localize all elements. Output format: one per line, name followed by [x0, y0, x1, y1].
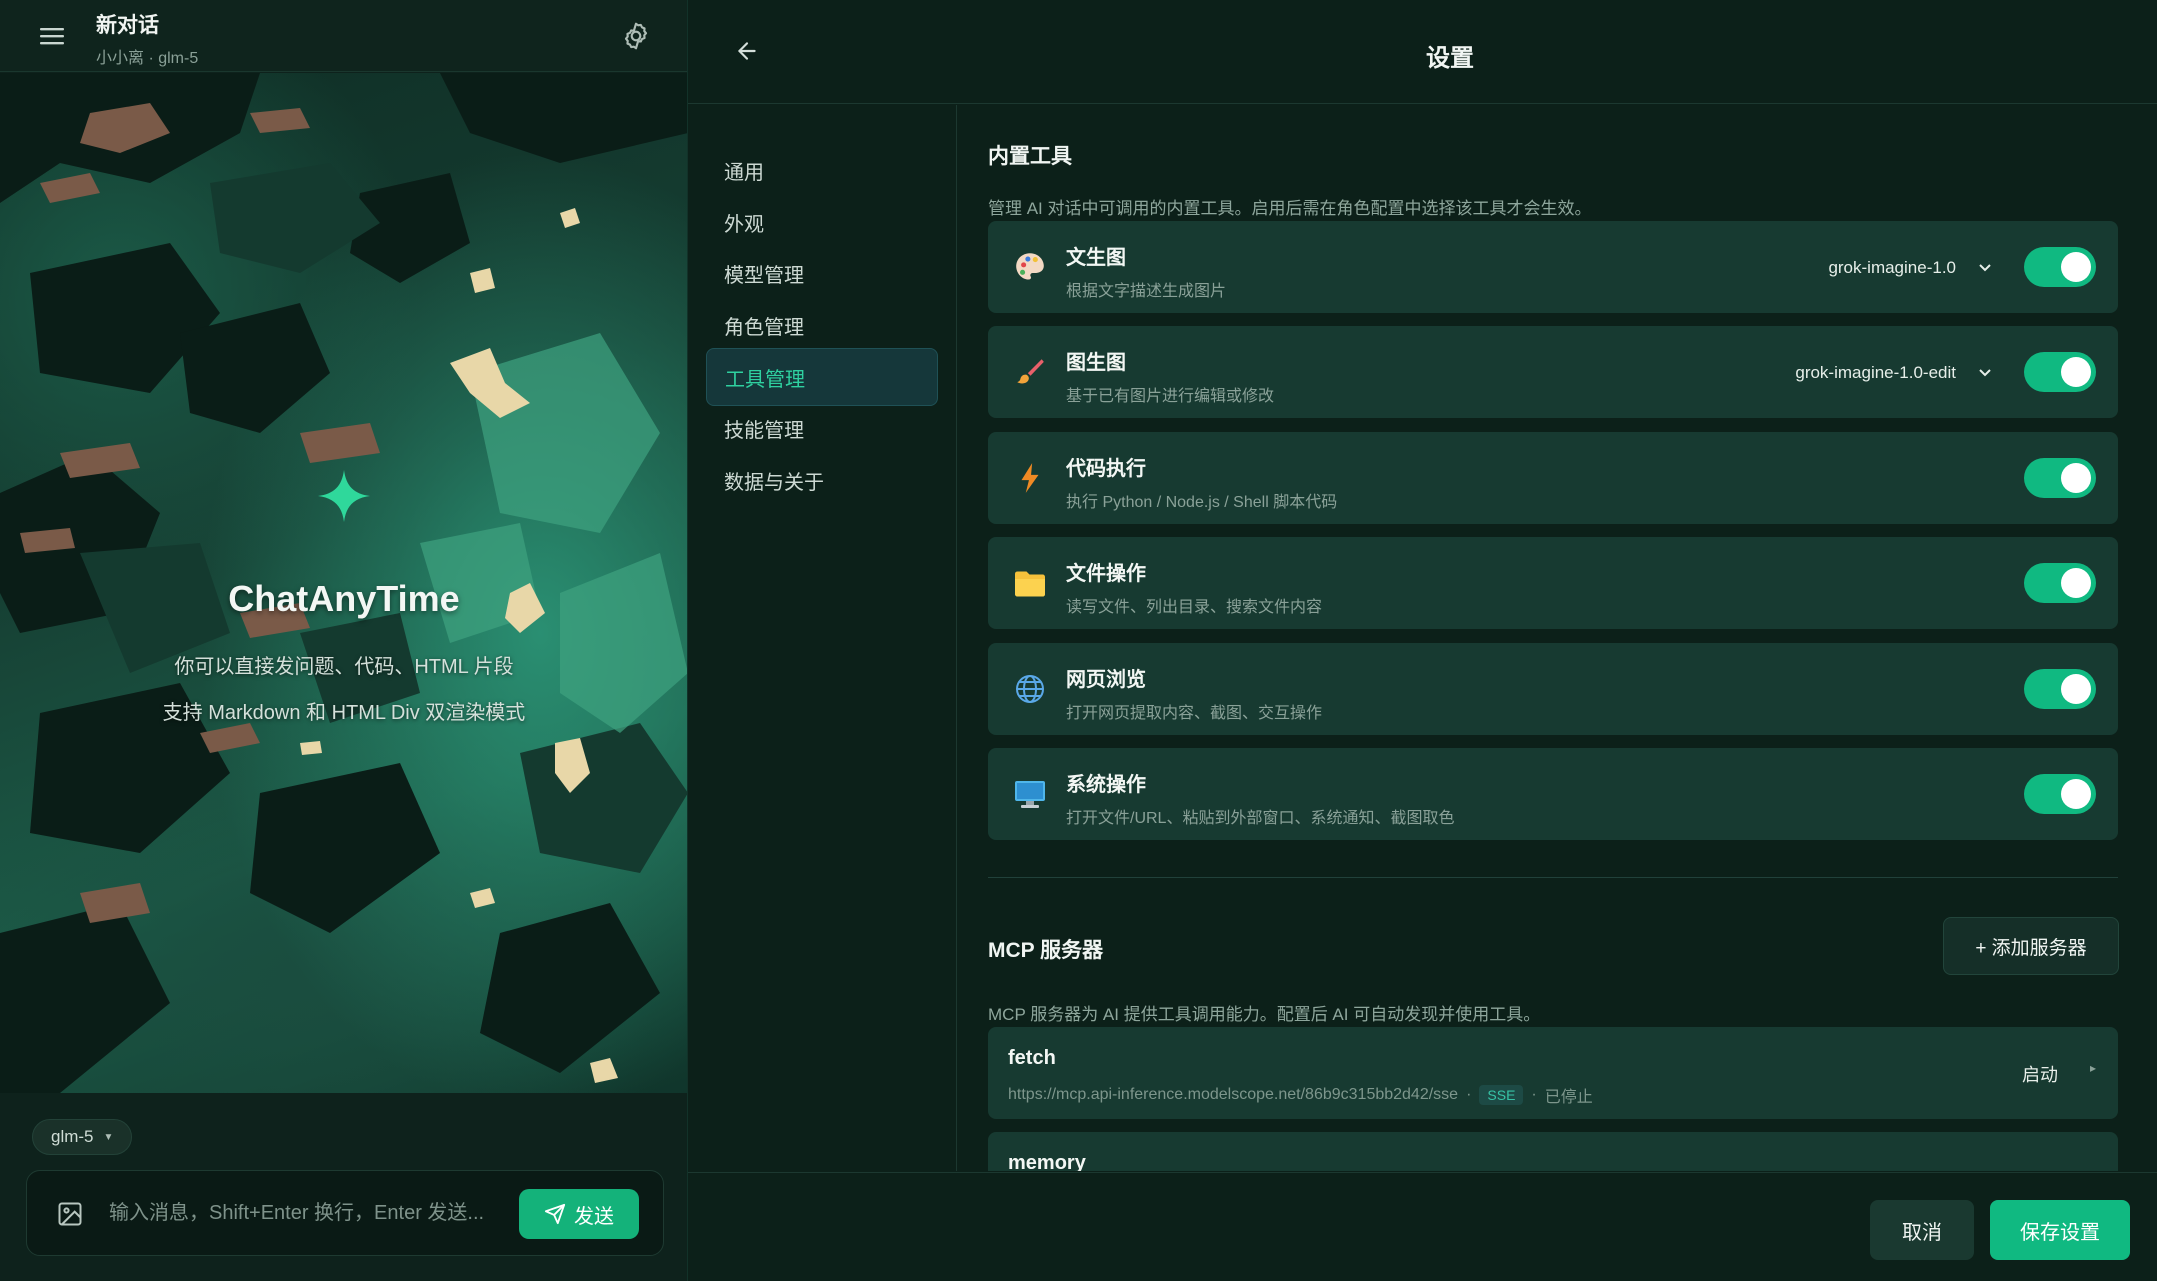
nav-item-models[interactable]: 模型管理	[706, 244, 938, 302]
mcp-servers-title: MCP 服务器	[988, 939, 1104, 962]
save-settings-button[interactable]: 保存设置	[1990, 1200, 2130, 1260]
tool-description: 打开网页提取内容、截图、交互操作	[1066, 705, 1323, 722]
menu-icon[interactable]	[36, 20, 68, 52]
tool-enable-toggle[interactable]	[2024, 669, 2096, 709]
tool-name: 代码执行	[1066, 458, 1146, 480]
chat-subtitle: 小小离 · glm-5	[96, 50, 199, 67]
lightning-icon	[1012, 460, 1048, 496]
settings-header: 设置	[688, 0, 2157, 104]
tool-description: 基于已有图片进行编辑或修改	[1066, 388, 1275, 405]
meta-separator: ·	[1466, 1086, 1472, 1103]
model-selector-label: glm-5	[51, 1127, 94, 1146]
mcp-server-card-memory: memory	[988, 1132, 2118, 1171]
globe-icon	[1012, 671, 1048, 707]
tool-enable-toggle[interactable]	[2024, 352, 2096, 392]
tool-name: 图生图	[1066, 352, 1126, 374]
tool-name: 文生图	[1066, 247, 1126, 269]
meta-separator: ·	[1531, 1086, 1537, 1103]
tool-description: 打开文件/URL、粘贴到外部窗口、系统通知、截图取色	[1066, 810, 1455, 827]
hero-description-line-2: 支持 Markdown 和 HTML Div 双渲染模式	[162, 702, 526, 724]
tool-name: 文件操作	[1066, 563, 1146, 585]
section-divider	[988, 877, 2118, 878]
tool-enable-toggle[interactable]	[2024, 247, 2096, 287]
nav-item-appearance[interactable]: 外观	[706, 193, 938, 251]
mcp-servers-description: MCP 服务器为 AI 提供工具调用能力。配置后 AI 可自动发现并使用工具。	[988, 1005, 1541, 1024]
palette-icon	[1012, 249, 1048, 285]
tool-model-value: grok-imagine-1.0	[1828, 258, 1956, 277]
nav-item-roles[interactable]: 角色管理	[706, 296, 938, 354]
transport-badge: SSE	[1479, 1085, 1524, 1105]
server-name: memory	[1008, 1152, 1086, 1171]
server-url: https://mcp.api-inference.modelscope.net…	[1008, 1086, 1459, 1103]
caret-down-icon: ▼	[103, 1131, 114, 1143]
folder-icon	[1012, 565, 1048, 601]
paintbrush-icon	[1012, 354, 1048, 390]
tool-card-system-operations: 系统操作 打开文件/URL、粘贴到外部窗口、系统通知、截图取色	[988, 748, 2118, 840]
send-button-label: 发送	[574, 1205, 614, 1228]
monitor-icon	[1012, 776, 1048, 812]
builtin-tools-title: 内置工具	[988, 145, 1072, 168]
chevron-down-icon	[1979, 264, 1991, 272]
gear-icon[interactable]	[618, 18, 654, 54]
chevron-right-icon[interactable]: ▸	[2090, 1061, 2096, 1075]
server-meta: https://mcp.api-inference.modelscope.net…	[1008, 1083, 1593, 1107]
server-name: fetch	[1008, 1047, 1056, 1069]
settings-nav: 通用 外观 模型管理 角色管理 工具管理 技能管理 数据与关于	[688, 105, 957, 1171]
add-server-button[interactable]: + 添加服务器	[1943, 917, 2119, 975]
settings-title: 设置	[1426, 45, 1474, 72]
send-icon	[544, 1203, 566, 1225]
tool-card-file-operations: 文件操作 读写文件、列出目录、搜索文件内容	[988, 537, 2118, 629]
tool-description: 执行 Python / Node.js / Shell 脚本代码	[1066, 494, 1338, 511]
tool-name: 系统操作	[1066, 774, 1146, 796]
chat-title: 新对话	[96, 14, 159, 37]
model-selector[interactable]: glm-5 ▼	[32, 1119, 133, 1155]
chat-header: 新对话 小小离 · glm-5	[0, 0, 687, 72]
tool-enable-toggle[interactable]	[2024, 774, 2096, 814]
hero-title: ChatAnyTime	[228, 578, 460, 619]
start-server-button[interactable]: 启动	[2022, 1061, 2058, 1087]
message-input[interactable]	[109, 1193, 519, 1233]
settings-panel: 设置 通用 外观 模型管理 角色管理 工具管理 技能管理 数据与关于 内置工具 …	[688, 0, 2157, 1281]
chevron-down-icon	[1979, 369, 1991, 377]
nav-item-data-about[interactable]: 数据与关于	[706, 451, 938, 509]
nav-item-tools[interactable]: 工具管理	[706, 348, 938, 406]
tool-card-code-execution: 代码执行 执行 Python / Node.js / Shell 脚本代码	[988, 432, 2118, 524]
tool-card-text-to-image: 文生图 根据文字描述生成图片 grok-imagine-1.0	[988, 221, 2118, 313]
tool-enable-toggle[interactable]	[2024, 563, 2096, 603]
nav-item-general[interactable]: 通用	[706, 141, 938, 199]
hero-background: ChatAnyTime 你可以直接发问题、代码、HTML 片段 支持 Markd…	[0, 73, 687, 1093]
tool-model-select[interactable]: grok-imagine-1.0	[1828, 253, 1992, 283]
tool-card-web-browsing: 网页浏览 打开网页提取内容、截图、交互操作	[988, 643, 2118, 735]
hero-description-line-1: 你可以直接发问题、代码、HTML 片段	[174, 656, 514, 678]
content-scrollbar[interactable]	[2152, 105, 2157, 1171]
image-upload-icon[interactable]	[55, 1199, 85, 1229]
server-status: 已停止	[1544, 1089, 1593, 1106]
settings-content: 内置工具 管理 AI 对话中可调用的内置工具。启用后需在角色配置中选择该工具才会…	[958, 105, 2157, 1171]
settings-footer: 取消 保存设置	[688, 1172, 2157, 1281]
sparkle-icon	[318, 470, 370, 522]
tool-model-value: grok-imagine-1.0-edit	[1795, 363, 1956, 382]
cancel-button[interactable]: 取消	[1870, 1200, 1974, 1260]
chat-pane: 新对话 小小离 · glm-5 ChatAnyTime 你可以直接发问题、代码、…	[0, 0, 688, 1281]
message-composer: 发送	[26, 1170, 664, 1256]
tool-card-image-to-image: 图生图 基于已有图片进行编辑或修改 grok-imagine-1.0-edit	[988, 326, 2118, 418]
builtin-tools-description: 管理 AI 对话中可调用的内置工具。启用后需在角色配置中选择该工具才会生效。	[988, 199, 1592, 218]
mcp-server-card-fetch: fetch https://mcp.api-inference.modelsco…	[988, 1027, 2118, 1119]
tool-enable-toggle[interactable]	[2024, 458, 2096, 498]
nav-item-skills[interactable]: 技能管理	[706, 399, 938, 457]
tool-description: 根据文字描述生成图片	[1066, 283, 1227, 300]
tool-model-select[interactable]: grok-imagine-1.0-edit	[1795, 358, 1992, 388]
tool-name: 网页浏览	[1066, 669, 1146, 691]
tool-description: 读写文件、列出目录、搜索文件内容	[1066, 599, 1323, 616]
send-button[interactable]: 发送	[519, 1189, 639, 1239]
